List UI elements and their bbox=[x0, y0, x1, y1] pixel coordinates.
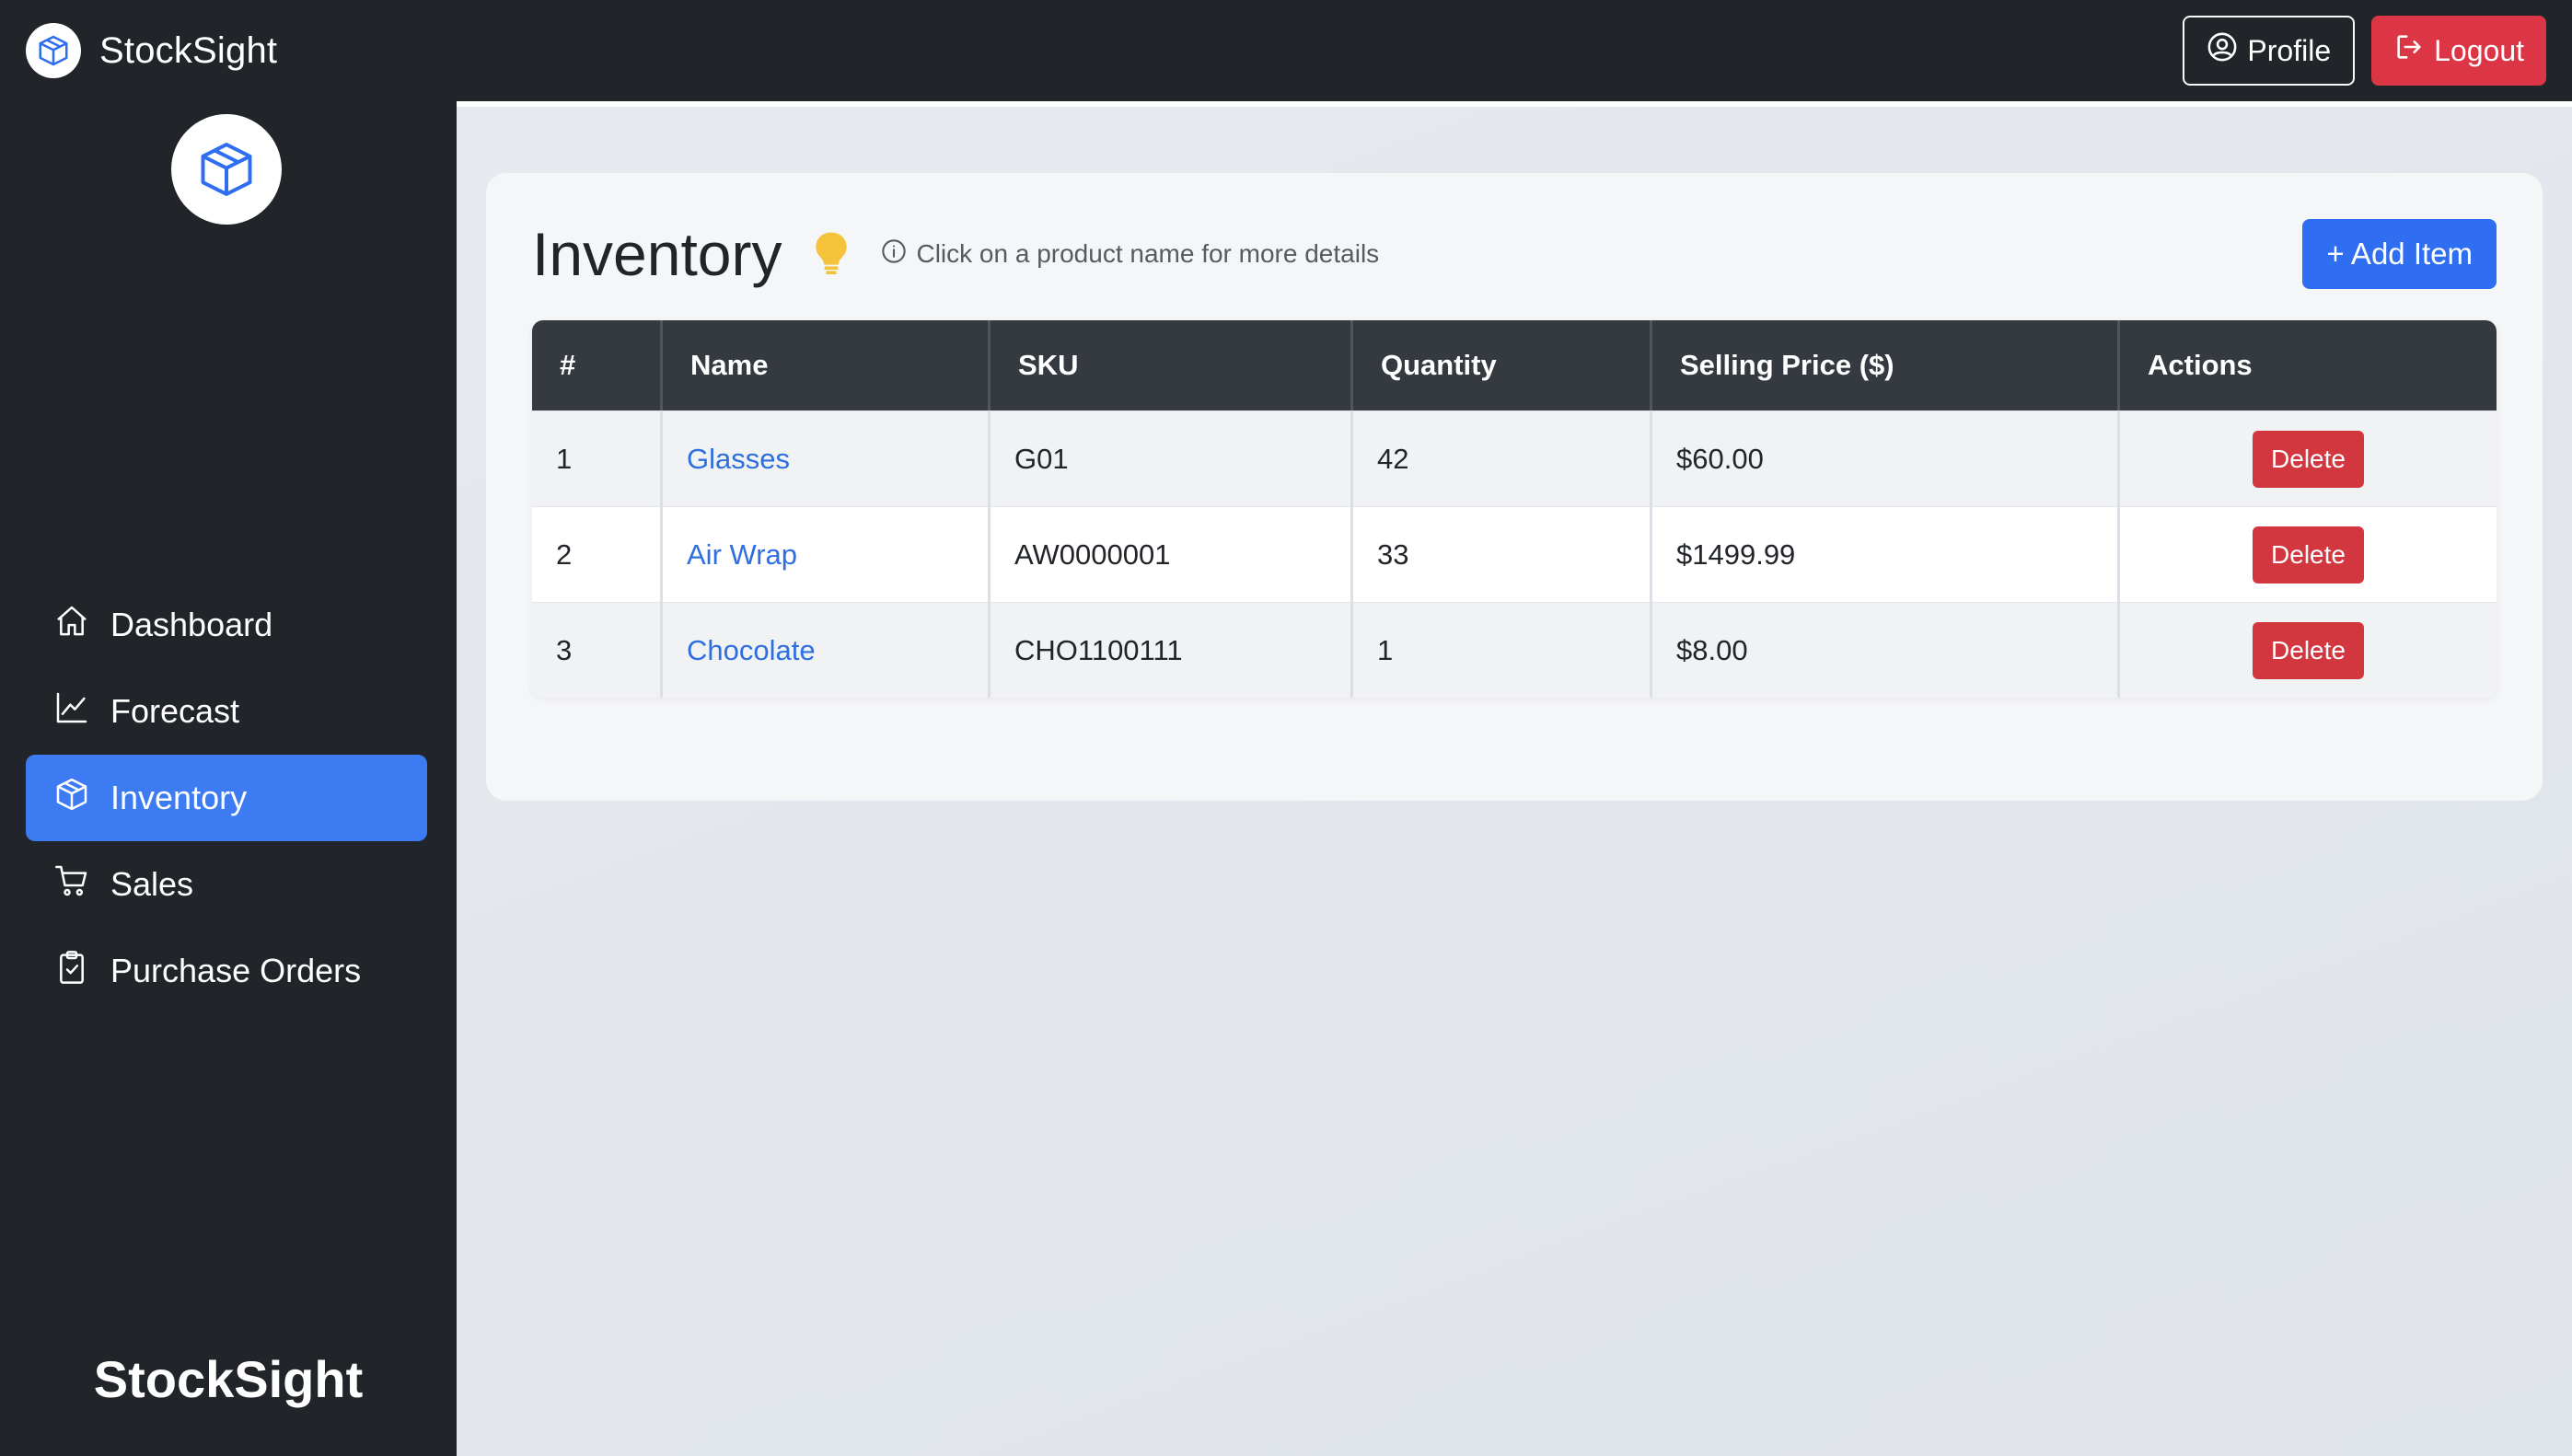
brand[interactable]: StockSight bbox=[26, 23, 277, 78]
row-index: 1 bbox=[532, 410, 663, 506]
sidebar-item-inventory[interactable]: Inventory bbox=[26, 755, 427, 841]
logout-icon bbox=[2393, 31, 2425, 70]
inventory-table: # Name SKU Quantity Selling Price ($) Ac… bbox=[532, 320, 2497, 698]
add-item-button[interactable]: + Add Item bbox=[2302, 219, 2497, 289]
row-sku: CHO1100111 bbox=[991, 602, 1353, 698]
top-navbar: StockSight Profile Logout bbox=[0, 0, 2572, 101]
sidebar-item-label: Dashboard bbox=[110, 606, 273, 643]
hint: Click on a product name for more details bbox=[881, 238, 1379, 271]
row-quantity: 33 bbox=[1353, 506, 1652, 602]
chart-line-icon bbox=[53, 689, 90, 734]
box-icon bbox=[53, 776, 90, 821]
product-name-link[interactable]: Air Wrap bbox=[687, 538, 797, 571]
column-header-selling-price: Selling Price ($) bbox=[1652, 320, 2120, 410]
inventory-card: Inventory Click on a product name for mo… bbox=[486, 173, 2543, 801]
sidebar-item-sales[interactable]: Sales bbox=[26, 841, 427, 928]
row-sku: G01 bbox=[991, 410, 1353, 506]
logout-label: Logout bbox=[2434, 33, 2524, 67]
table-row: 3 Chocolate CHO1100111 1 $8.00 Delete bbox=[532, 602, 2497, 698]
row-quantity: 42 bbox=[1353, 410, 1652, 506]
sidebar-item-label: Inventory bbox=[110, 779, 248, 816]
product-name-link[interactable]: Chocolate bbox=[687, 634, 816, 666]
brand-name: StockSight bbox=[99, 29, 278, 71]
sidebar-box-icon bbox=[171, 114, 282, 225]
row-price: $60.00 bbox=[1652, 410, 2120, 506]
cart-icon bbox=[53, 862, 90, 907]
sidebar-item-label: Purchase Orders bbox=[110, 952, 362, 989]
sidebar-item-label: Forecast bbox=[110, 692, 240, 730]
lightbulb-icon bbox=[813, 231, 850, 277]
user-circle-icon bbox=[2207, 31, 2238, 70]
sidebar: Dashboard Forecast Inventory Sales Purch… bbox=[0, 101, 457, 1456]
column-header-index: # bbox=[532, 320, 663, 410]
delete-button[interactable]: Delete bbox=[2253, 526, 2364, 584]
sidebar-item-purchase-orders[interactable]: Purchase Orders bbox=[26, 928, 427, 1014]
row-price: $1499.99 bbox=[1652, 506, 2120, 602]
hint-text: Click on a product name for more details bbox=[916, 239, 1380, 268]
row-sku: AW0000001 bbox=[991, 506, 1353, 602]
info-circle-icon bbox=[881, 238, 907, 271]
sidebar-item-dashboard[interactable]: Dashboard bbox=[26, 582, 427, 668]
clipboard-check-icon bbox=[53, 949, 90, 994]
product-name-link[interactable]: Glasses bbox=[687, 443, 790, 475]
row-price: $8.00 bbox=[1652, 602, 2120, 698]
profile-button[interactable]: Profile bbox=[2183, 16, 2356, 86]
sidebar-footer-brand: StockSight bbox=[93, 1350, 364, 1408]
sidebar-item-label: Sales bbox=[110, 865, 194, 903]
column-header-actions: Actions bbox=[2120, 320, 2497, 410]
table-row: 2 Air Wrap AW0000001 33 $1499.99 Delete bbox=[532, 506, 2497, 602]
column-header-quantity: Quantity bbox=[1353, 320, 1652, 410]
row-quantity: 1 bbox=[1353, 602, 1652, 698]
delete-button[interactable]: Delete bbox=[2253, 621, 2364, 679]
page-title: Inventory bbox=[532, 220, 782, 288]
column-header-sku: SKU bbox=[991, 320, 1353, 410]
delete-button[interactable]: Delete bbox=[2253, 430, 2364, 488]
sidebar-item-forecast[interactable]: Forecast bbox=[26, 668, 427, 755]
table-header-row: # Name SKU Quantity Selling Price ($) Ac… bbox=[532, 320, 2497, 410]
row-index: 2 bbox=[532, 506, 663, 602]
profile-label: Profile bbox=[2247, 33, 2332, 67]
main-content: Inventory Click on a product name for mo… bbox=[457, 101, 2572, 1456]
sidebar-nav: Dashboard Forecast Inventory Sales Purch… bbox=[26, 582, 427, 1014]
home-icon bbox=[53, 603, 90, 648]
column-header-name: Name bbox=[663, 320, 991, 410]
card-header: Inventory Click on a product name for mo… bbox=[532, 219, 2497, 289]
table-row: 1 Glasses G01 42 $60.00 Delete bbox=[532, 410, 2497, 506]
logout-button[interactable]: Logout bbox=[2371, 16, 2546, 86]
row-index: 3 bbox=[532, 602, 663, 698]
brand-box-icon bbox=[26, 23, 81, 78]
